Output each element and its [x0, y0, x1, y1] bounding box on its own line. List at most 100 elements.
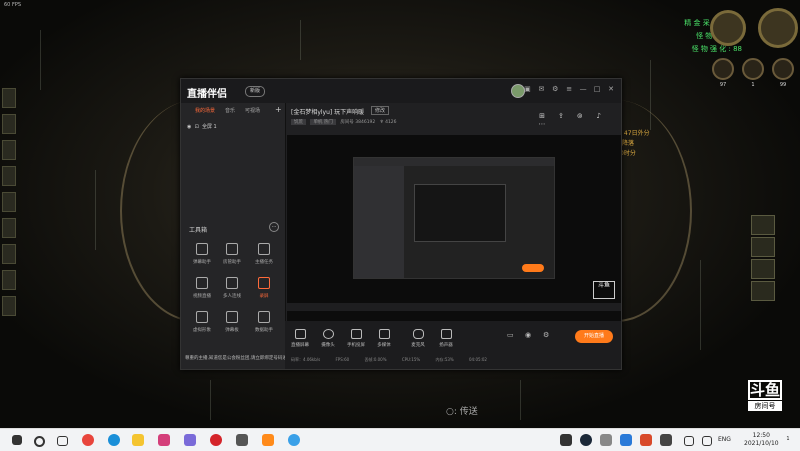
- task-icon: [258, 243, 270, 255]
- live-assistant-window: 直播伴侣 新版 ▣ ✉ ⚙ ≡ — □ ✕ 我的场景 音乐 可视场 + ◉ ⊡ …: [180, 78, 622, 370]
- phone-cast-button[interactable]: 手机投屏: [341, 329, 371, 348]
- tool-video-live[interactable]: 视频直播: [187, 277, 217, 299]
- minimize-icon[interactable]: —: [577, 85, 589, 95]
- scene-tabs: 我的场景 音乐 可视场 +: [181, 105, 285, 119]
- tab-my-scenes[interactable]: 我的场景: [195, 107, 215, 114]
- tab-visual[interactable]: 可视场: [245, 107, 260, 114]
- tool-room-manager[interactable]: 房管助手: [217, 243, 247, 265]
- hunger-meter-icon: 97: [712, 58, 734, 88]
- tool-streamer-task[interactable]: 主播任务: [249, 243, 279, 265]
- nested-taskbar: [287, 303, 621, 311]
- equip-slot: [2, 244, 16, 264]
- rain-streak: [700, 260, 701, 350]
- task-view-icon[interactable]: [57, 436, 68, 446]
- eye-toggle-icon[interactable]: ◉: [525, 331, 531, 339]
- tool-danmu-board[interactable]: 弹幕板: [217, 311, 247, 333]
- inventory-slot: [751, 281, 775, 301]
- lock-icon[interactable]: ⊡: [195, 124, 199, 130]
- scene-item[interactable]: ◉ ⊡ 全屏 1: [187, 123, 217, 130]
- add-tab-button[interactable]: +: [275, 105, 282, 114]
- mail-icon[interactable]: ✉: [535, 85, 547, 95]
- settings-icon[interactable]: ⚙: [549, 85, 561, 95]
- subcategory-pill[interactable]: 单机 热门: [310, 119, 336, 125]
- gift-icon[interactable]: ⊞: [536, 112, 548, 120]
- category-pill[interactable]: 饥荒: [291, 119, 306, 125]
- notification-badge[interactable]: 1: [783, 436, 793, 445]
- edit-title-button[interactable]: 修改: [371, 106, 390, 115]
- search-icon[interactable]: [34, 436, 45, 447]
- speaker-icon: [440, 329, 452, 339]
- toolbox-more-button[interactable]: ···: [269, 222, 279, 232]
- skin-icon[interactable]: ▣: [521, 85, 533, 95]
- health-meter-icon: 99: [772, 58, 794, 88]
- more-icon[interactable]: ⋯: [536, 120, 548, 128]
- close-icon[interactable]: ✕: [605, 85, 617, 95]
- microphone-button[interactable]: 麦克风: [403, 329, 433, 348]
- fps-counter: 60 FPS: [4, 2, 22, 8]
- input-language[interactable]: ENG: [718, 436, 731, 443]
- version-badge[interactable]: 新版: [245, 86, 265, 97]
- camera-button[interactable]: 摄像头: [313, 329, 343, 348]
- preview-toggle-icon[interactable]: ▭: [507, 331, 514, 339]
- screen-capture-button[interactable]: 直播屏幕: [285, 329, 315, 348]
- equip-slot: [2, 296, 16, 316]
- app-brand: 直播伴侣: [187, 89, 227, 100]
- maximize-icon[interactable]: □: [591, 85, 603, 95]
- tool-danmu-assistant[interactable]: 弹幕助手: [187, 243, 217, 265]
- tray-icon[interactable]: [660, 434, 672, 446]
- steam-icon[interactable]: [580, 434, 592, 446]
- phone-icon: [350, 329, 362, 339]
- nested-start-button: [522, 264, 544, 272]
- app-icon[interactable]: [236, 434, 248, 446]
- tray-icon[interactable]: [600, 434, 612, 446]
- chat-icon: [196, 243, 208, 255]
- sidebar-notice[interactable]: 尊重的主播,知道您是公会粉丝团,请立即绑定号码进行: [185, 355, 291, 361]
- windows-taskbar: ENG 12:50 2021/10/10 1: [0, 428, 800, 451]
- volume-icon[interactable]: [702, 436, 712, 446]
- live-assistant-icon[interactable]: [262, 434, 274, 446]
- menu-icon[interactable]: ≡: [563, 85, 575, 95]
- microphone-icon: [412, 329, 424, 339]
- tool-record-screen[interactable]: 录屏: [249, 277, 279, 299]
- start-live-button[interactable]: 开始直播: [575, 330, 613, 343]
- douyu-logo: 斗鱼 房间号: [748, 380, 782, 411]
- bell-icon[interactable]: ♪: [593, 112, 605, 120]
- tray-icon[interactable]: [560, 434, 572, 446]
- network-icon[interactable]: [684, 436, 694, 446]
- video-icon: [196, 277, 208, 289]
- clock[interactable]: 12:50 2021/10/10: [744, 432, 779, 448]
- share-icon[interactable]: ⇪: [555, 112, 567, 120]
- teleport-watermark: ○: 传送: [446, 407, 478, 417]
- season-dial-icon: [758, 8, 798, 48]
- bottom-toolbar: 直播屏幕 摄像头 手机投屏 多媒体 麦克风 扬声器 ▭ ◉ ⚙ 开始直播 码率：…: [285, 321, 621, 369]
- edge-icon[interactable]: [108, 434, 120, 446]
- download-icon: [226, 277, 238, 289]
- netease-music-icon[interactable]: [210, 434, 222, 446]
- rain-streak: [300, 20, 301, 60]
- rain-streak: [520, 380, 521, 420]
- speaker-button[interactable]: 扬声器: [431, 329, 461, 348]
- tray-icon[interactable]: [620, 434, 632, 446]
- stream-settings-icon[interactable]: ⚙: [543, 331, 549, 339]
- tool-multi-link[interactable]: 多人连线: [217, 277, 247, 299]
- tray-icon[interactable]: [640, 434, 652, 446]
- chrome-icon[interactable]: [82, 434, 94, 446]
- app-icon[interactable]: [184, 434, 196, 446]
- tool-virtual-avatar[interactable]: 虚拟形象: [187, 311, 217, 333]
- stream-preview[interactable]: 斗鱼: [287, 135, 621, 321]
- toolbox-title: 工具箱: [189, 227, 208, 234]
- app-icon[interactable]: [158, 434, 170, 446]
- nested-douyu-logo: 斗鱼: [593, 281, 615, 299]
- board-icon: [226, 311, 238, 323]
- windows-start-icon[interactable]: [12, 435, 22, 445]
- explorer-icon[interactable]: [132, 434, 144, 446]
- media-button[interactable]: 多媒体: [369, 329, 399, 348]
- app-icon[interactable]: [288, 434, 300, 446]
- equip-slot: [2, 140, 16, 160]
- link-icon[interactable]: ⊚: [574, 112, 586, 120]
- tool-data-assistant[interactable]: 数据助手: [249, 311, 279, 333]
- inventory-slot: [751, 237, 775, 257]
- camera-icon: [322, 329, 334, 339]
- tab-music[interactable]: 音乐: [225, 107, 235, 114]
- eye-icon[interactable]: ◉: [187, 124, 191, 130]
